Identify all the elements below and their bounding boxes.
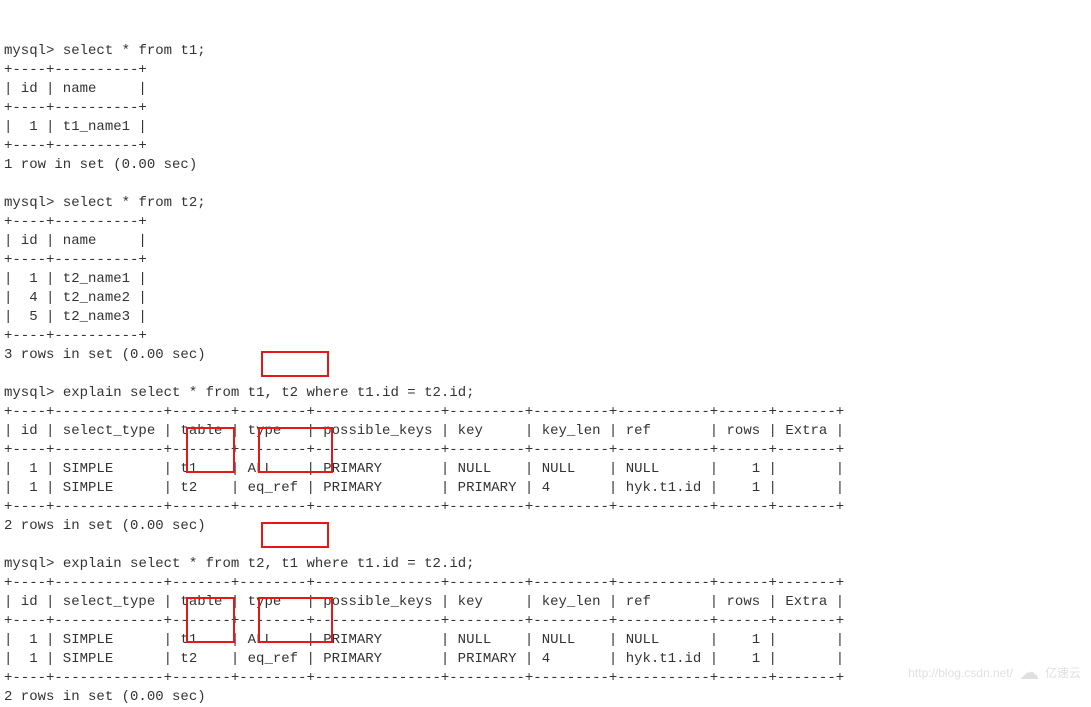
- table-row: | 1 | SIMPLE | t2 | eq_ref | PRIMARY | P…: [4, 651, 844, 667]
- table-border: +----+-------------+-------+--------+---…: [4, 670, 844, 686]
- sql-command-part: where t1.id = t2.id;: [298, 556, 474, 572]
- highlight-box-4: [261, 522, 329, 548]
- sql-command-part: explain select * from: [63, 556, 248, 572]
- table-border: +----+----------+: [4, 214, 147, 230]
- table-header: | id | select_type | table | type | poss…: [4, 423, 844, 439]
- highlight-box-1: [261, 351, 329, 377]
- highlight-box-3: [258, 427, 333, 473]
- table-header: | id | name |: [4, 233, 147, 249]
- table-row: | 1 | SIMPLE | t1 | ALL | PRIMARY | NULL…: [4, 461, 844, 477]
- table-border: +----+----------+: [4, 328, 147, 344]
- sql-tables-highlight: t2, t1: [248, 556, 298, 572]
- table-row: | 5 | t2_name3 |: [4, 309, 147, 325]
- result-footer: 2 rows in set (0.00 sec): [4, 518, 206, 534]
- table-border: +----+-------------+-------+--------+---…: [4, 613, 844, 629]
- prompt: mysql>: [4, 43, 54, 59]
- watermark: http://blog.csdn.net/ ☁ 亿速云: [908, 664, 1081, 683]
- table-border: +----+----------+: [4, 252, 147, 268]
- table-border: +----+-------------+-------+--------+---…: [4, 575, 844, 591]
- table-border: +----+----------+: [4, 62, 147, 78]
- table-border: +----+----------+: [4, 138, 147, 154]
- sql-command: select * from t1;: [63, 43, 206, 59]
- table-border: +----+-------------+-------+--------+---…: [4, 499, 844, 515]
- highlight-box-2: [186, 427, 235, 473]
- watermark-url: http://blog.csdn.net/: [908, 664, 1013, 683]
- sql-command-part: where t1.id = t2.id;: [298, 385, 474, 401]
- watermark-brand: 亿速云: [1045, 664, 1081, 683]
- table-border: +----+-------------+-------+--------+---…: [4, 442, 844, 458]
- cloud-icon: ☁: [1019, 664, 1039, 683]
- result-footer: 3 rows in set (0.00 sec): [4, 347, 206, 363]
- sql-command-part: explain select * from: [63, 385, 248, 401]
- result-footer: 2 rows in set (0.00 sec): [4, 689, 206, 705]
- table-row: | 1 | SIMPLE | t1 | ALL | PRIMARY | NULL…: [4, 632, 844, 648]
- prompt: mysql>: [4, 556, 54, 572]
- table-header: | id | name |: [4, 81, 147, 97]
- terminal-output: mysql> select * from t1; +----+---------…: [4, 43, 844, 705]
- table-border: +----+----------+: [4, 100, 147, 116]
- table-row: | 4 | t2_name2 |: [4, 290, 147, 306]
- table-border: +----+-------------+-------+--------+---…: [4, 404, 844, 420]
- table-row: | 1 | t2_name1 |: [4, 271, 147, 287]
- sql-command: select * from t2;: [63, 195, 206, 211]
- table-header: | id | select_type | table | type | poss…: [4, 594, 844, 610]
- highlight-box-6: [258, 597, 333, 643]
- highlight-box-5: [186, 597, 235, 643]
- prompt: mysql>: [4, 195, 54, 211]
- table-row: | 1 | SIMPLE | t2 | eq_ref | PRIMARY | P…: [4, 480, 844, 496]
- result-footer: 1 row in set (0.00 sec): [4, 157, 197, 173]
- sql-tables-highlight: t1, t2: [248, 385, 298, 401]
- table-row: | 1 | t1_name1 |: [4, 119, 147, 135]
- prompt: mysql>: [4, 385, 54, 401]
